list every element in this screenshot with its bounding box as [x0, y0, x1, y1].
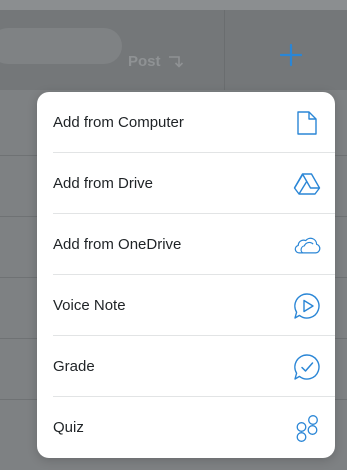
add-button[interactable]	[276, 40, 306, 70]
menu-item-grade[interactable]: Grade	[37, 336, 335, 397]
menu-item-quiz[interactable]: Quiz	[37, 397, 335, 458]
cloud-icon	[293, 231, 321, 259]
add-menu-popover: Add from Computer Add from Drive Add fro…	[37, 92, 335, 458]
grade-icon	[293, 353, 321, 381]
menu-item-voice-note[interactable]: Voice Note	[37, 275, 335, 336]
quiz-icon	[293, 414, 321, 442]
menu-item-label: Add from Computer	[53, 114, 184, 131]
post-button-label: Post	[128, 52, 161, 70]
menu-item-add-from-drive[interactable]: Add from Drive	[37, 153, 335, 214]
menu-item-label: Add from OneDrive	[53, 236, 182, 253]
file-icon	[293, 109, 321, 137]
menu-item-add-from-onedrive[interactable]: Add from OneDrive	[37, 214, 335, 275]
post-button[interactable]: Post	[128, 46, 210, 76]
reply-arrow-icon	[168, 54, 184, 68]
menu-item-add-from-computer[interactable]: Add from Computer	[37, 92, 335, 153]
drive-icon	[293, 170, 321, 198]
menu-item-label: Quiz	[53, 419, 84, 436]
menu-item-label: Voice Note	[53, 297, 126, 314]
status-strip	[0, 0, 347, 10]
toolbar-divider	[224, 10, 225, 90]
menu-item-label: Add from Drive	[53, 175, 154, 192]
compose-input[interactable]	[0, 28, 122, 64]
voice-note-icon	[293, 292, 321, 320]
menu-item-label: Grade	[53, 358, 95, 375]
plus-icon	[280, 44, 302, 66]
